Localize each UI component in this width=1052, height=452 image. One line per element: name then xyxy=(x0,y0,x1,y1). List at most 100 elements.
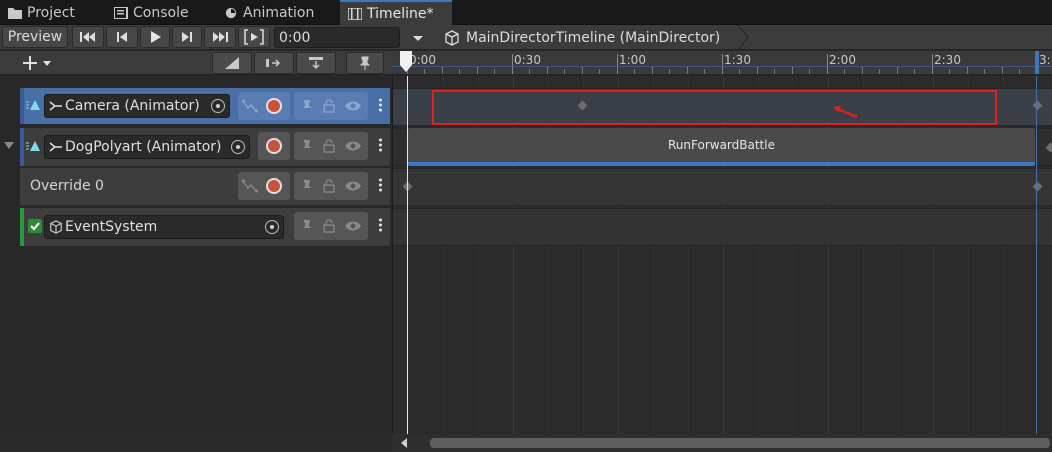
pin-button[interactable] xyxy=(346,52,384,74)
tab-animation[interactable]: Animation xyxy=(224,0,314,25)
record-button[interactable] xyxy=(266,178,282,194)
ruler-label: 2:30 xyxy=(934,53,961,67)
lock-group xyxy=(294,92,368,120)
preview-button[interactable]: Preview xyxy=(2,26,68,48)
tab-project[interactable]: Project xyxy=(8,0,75,25)
track-header-dogpolyart[interactable]: DogPolyart (Animator) xyxy=(20,128,390,166)
track-lane-eventsystem[interactable] xyxy=(393,208,1052,246)
skip-to-end-icon xyxy=(213,32,228,42)
annotation-arrow-icon xyxy=(833,106,858,119)
binding-field[interactable]: EventSystem xyxy=(44,215,284,239)
curves-icon[interactable] xyxy=(242,179,258,193)
ruler-label: 1:30 xyxy=(724,53,751,67)
previous-frame-icon xyxy=(117,32,127,42)
tab-label: Animation xyxy=(243,4,315,21)
track-name: Override 0 xyxy=(30,178,104,194)
previous-frame-button[interactable] xyxy=(106,26,138,48)
timeline-end-line xyxy=(1036,76,1037,434)
time-field[interactable]: 0:00 xyxy=(274,27,400,48)
playhead-line[interactable] xyxy=(407,76,408,434)
track-menu-icon[interactable] xyxy=(379,218,382,232)
time-ruler[interactable]: 0:00 0:30 1:00 1:30 2:00 2:30 3: xyxy=(392,51,1052,75)
object-picker-icon[interactable] xyxy=(211,99,225,113)
eye-icon[interactable] xyxy=(344,180,362,192)
scroll-left-arrow-icon[interactable] xyxy=(400,438,408,448)
animation-icon xyxy=(225,7,237,18)
pin-icon[interactable] xyxy=(302,179,312,193)
scrollbar-thumb[interactable] xyxy=(430,438,1050,448)
preview-label: Preview xyxy=(7,29,63,45)
record-button[interactable] xyxy=(266,98,282,114)
record-button[interactable] xyxy=(266,138,282,154)
timeline-toolbar: Preview 0:00 MainDirectorTimeline (MainD… xyxy=(0,25,1052,50)
pin-icon[interactable] xyxy=(302,219,312,233)
chevron-down-icon xyxy=(413,36,423,41)
console-icon xyxy=(114,6,128,19)
playhead-handle-icon[interactable] xyxy=(399,51,413,73)
tab-label: Timeline* xyxy=(367,5,434,22)
lock-icon[interactable] xyxy=(323,139,335,153)
tab-console[interactable]: Console xyxy=(114,0,189,25)
activation-checkbox[interactable] xyxy=(28,219,42,233)
horizontal-scrollbar[interactable] xyxy=(392,434,1052,452)
pin-icon xyxy=(359,56,371,70)
play-range-icon xyxy=(244,29,264,45)
track-menu-icon[interactable] xyxy=(379,98,382,112)
eye-icon[interactable] xyxy=(344,220,362,232)
time-format-dropdown[interactable] xyxy=(406,29,430,47)
eye-icon[interactable] xyxy=(344,100,362,112)
window-tab-bar: Project Console Animation Timeline* xyxy=(0,0,1052,25)
track-header-camera[interactable]: Camera (Animator) xyxy=(20,88,390,124)
timeline-content-area[interactable]: RunForwardBattle xyxy=(392,76,1052,434)
track-header-override-0[interactable]: Override 0 xyxy=(20,168,390,205)
track-lane-override-0[interactable] xyxy=(393,168,1052,206)
track-name: Camera (Animator) xyxy=(65,98,200,114)
animator-icon xyxy=(49,101,62,111)
curves-icon[interactable] xyxy=(242,99,258,113)
ease-clip-toggle[interactable] xyxy=(212,52,252,74)
pin-icon[interactable] xyxy=(302,139,312,153)
plus-icon xyxy=(23,56,37,70)
goto-start-button[interactable] xyxy=(72,26,104,48)
tab-label: Console xyxy=(133,4,189,21)
lock-icon[interactable] xyxy=(323,219,335,233)
play-button[interactable] xyxy=(140,26,170,48)
animation-clip[interactable]: RunForwardBattle xyxy=(408,128,1035,166)
next-frame-button[interactable] xyxy=(172,26,202,48)
goto-end-button[interactable] xyxy=(204,26,236,48)
play-range-button[interactable] xyxy=(238,26,270,48)
folder-icon xyxy=(8,7,22,19)
play-icon xyxy=(151,31,161,43)
tab-timeline[interactable]: Timeline* xyxy=(340,0,452,25)
track-menu-icon[interactable] xyxy=(379,178,382,192)
tab-label: Project xyxy=(27,4,75,21)
ripple-mode-button[interactable] xyxy=(254,52,294,74)
eye-icon[interactable] xyxy=(344,140,362,152)
chevron-down-icon xyxy=(43,61,51,66)
time-value: 0:00 xyxy=(279,29,311,46)
track-menu-icon[interactable] xyxy=(379,138,382,152)
breadcrumb-separator-icon xyxy=(738,25,748,50)
animation-track-icon xyxy=(26,141,40,151)
lock-group xyxy=(294,172,368,200)
expand-arrow-icon[interactable] xyxy=(4,141,14,151)
lock-icon[interactable] xyxy=(323,179,335,193)
ruler-label: 2:00 xyxy=(829,53,856,67)
binding-field[interactable]: DogPolyart (Animator) xyxy=(44,135,250,159)
ruler-label: 0:30 xyxy=(514,53,541,67)
add-track-button[interactable] xyxy=(22,53,62,73)
track-header-eventsystem[interactable]: EventSystem xyxy=(20,208,390,246)
lock-icon[interactable] xyxy=(323,99,335,113)
object-picker-icon[interactable] xyxy=(265,220,279,234)
end-marker[interactable] xyxy=(1035,51,1039,74)
track-name: DogPolyart (Animator) xyxy=(65,139,222,155)
ease-ramp-icon xyxy=(225,57,239,69)
animator-icon xyxy=(49,142,62,152)
clip-label: RunForwardBattle xyxy=(668,138,775,152)
object-picker-icon[interactable] xyxy=(231,140,245,154)
breadcrumb[interactable]: MainDirectorTimeline (MainDirector) xyxy=(444,25,720,50)
pin-icon[interactable] xyxy=(302,99,312,113)
next-frame-icon xyxy=(182,32,192,42)
replace-mode-button[interactable] xyxy=(296,52,336,74)
binding-field[interactable]: Camera (Animator) xyxy=(44,94,230,118)
